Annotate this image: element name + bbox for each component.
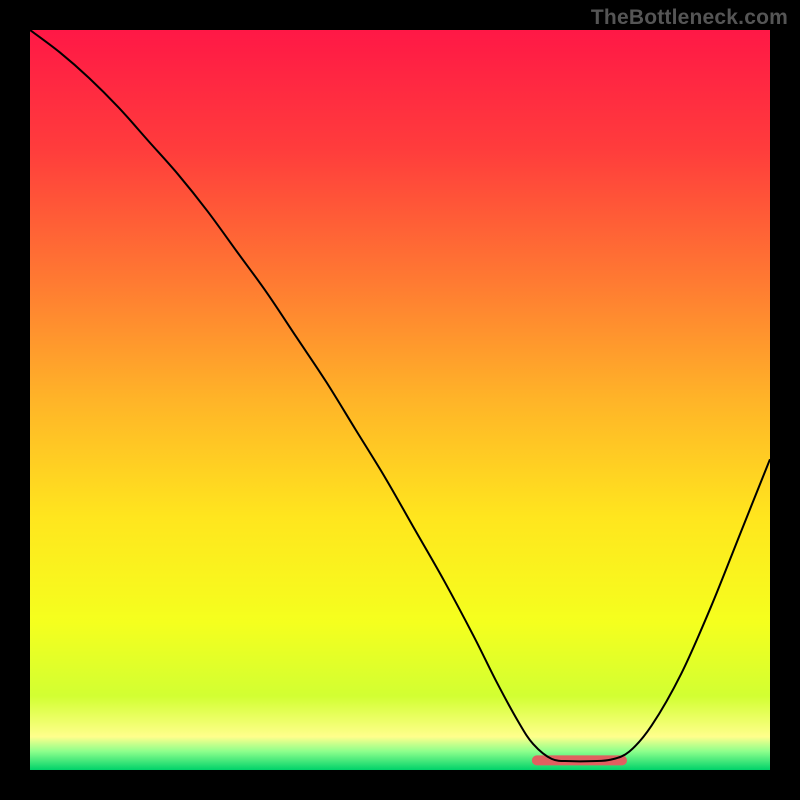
plot-area <box>30 30 770 770</box>
gradient-background <box>30 30 770 770</box>
attribution-label: TheBottleneck.com <box>591 6 788 30</box>
chart-container: TheBottleneck.com <box>0 0 800 800</box>
bottleneck-chart <box>30 30 770 770</box>
